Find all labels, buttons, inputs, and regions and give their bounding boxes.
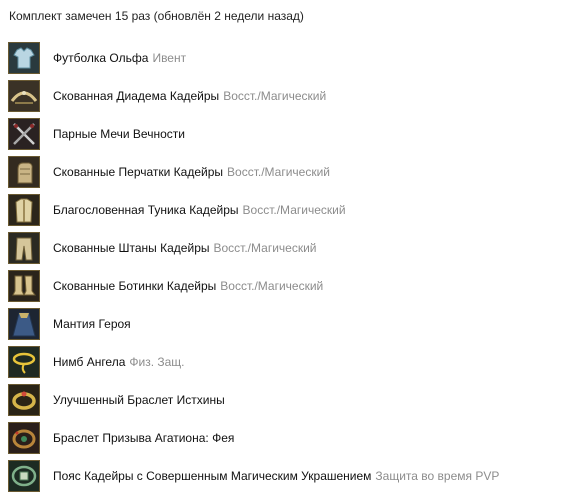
item-category: Ивент xyxy=(152,51,187,65)
cloak-icon xyxy=(8,308,40,340)
tunic-icon xyxy=(8,194,40,226)
pants-icon xyxy=(8,232,40,264)
item-category: Восст./Магический xyxy=(223,89,327,103)
agathion-bracelet-icon xyxy=(8,422,40,454)
item-name: Благословенная Туника Кадейры xyxy=(53,203,239,217)
item-name: Футболка Ольфа xyxy=(53,51,149,65)
diadem-icon xyxy=(8,80,40,112)
item-category: Восст./Магический xyxy=(242,203,346,217)
item-category: Восст./Магический xyxy=(227,165,331,179)
list-item[interactable]: Скованные Перчатки Кадейры Восст./Магичес… xyxy=(8,153,558,191)
item-name: Пояс Кадейры с Совершенным Магическим Ук… xyxy=(53,469,372,483)
list-item[interactable]: Благословенная Туника Кадейры Восст./Маги… xyxy=(8,191,558,229)
list-item[interactable]: Футболка Ольфа Ивент xyxy=(8,39,558,77)
item-name: Улучшенный Браслет Истхины xyxy=(53,393,225,407)
list-item[interactable]: Парные Мечи Вечности xyxy=(8,115,558,153)
item-name: Скованные Штаны Кадейры xyxy=(53,241,210,255)
list-item[interactable]: Скованные Ботинки Кадейры Восст./Магическ… xyxy=(8,267,558,305)
swords-icon xyxy=(8,118,40,150)
item-category: Физ. Защ. xyxy=(129,355,185,369)
shirt-icon xyxy=(8,42,40,74)
item-category: Восст./Магический xyxy=(220,279,324,293)
set-seen-header: Комплект замечен 15 раз (обновлён 2 неде… xyxy=(9,9,304,23)
list-item[interactable]: Нимб Ангела Физ. Защ. xyxy=(8,343,558,381)
item-name: Скованные Перчатки Кадейры xyxy=(53,165,224,179)
belt-icon xyxy=(8,460,40,492)
gloves-icon xyxy=(8,156,40,188)
list-item[interactable]: Улучшенный Браслет Истхины xyxy=(8,381,558,419)
item-name: Скованные Ботинки Кадейры xyxy=(53,279,217,293)
item-name: Мантия Героя xyxy=(53,317,131,331)
list-item[interactable]: Скованная Диадема Кадейры Восст./Магическ… xyxy=(8,77,558,115)
item-name: Скованная Диадема Кадейры xyxy=(53,89,220,103)
bracelet-icon xyxy=(8,384,40,416)
list-item[interactable]: Скованные Штаны Кадейры Восст./Магический xyxy=(8,229,558,267)
item-name: Браслет Призыва Агатиона: Фея xyxy=(53,431,235,445)
item-category: Восст./Магический xyxy=(213,241,317,255)
item-list: Футболка Ольфа Ивент Скованная Диадема Ка… xyxy=(8,39,558,495)
item-category: Защита во время PVP xyxy=(375,469,500,483)
list-item[interactable]: Браслет Призыва Агатиона: Фея xyxy=(8,419,558,457)
item-name: Парные Мечи Вечности xyxy=(53,127,185,141)
list-item[interactable]: Пояс Кадейры с Совершенным Магическим Ук… xyxy=(8,457,558,495)
boots-icon xyxy=(8,270,40,302)
item-name: Нимб Ангела xyxy=(53,355,126,369)
halo-icon xyxy=(8,346,40,378)
list-item[interactable]: Мантия Героя xyxy=(8,305,558,343)
